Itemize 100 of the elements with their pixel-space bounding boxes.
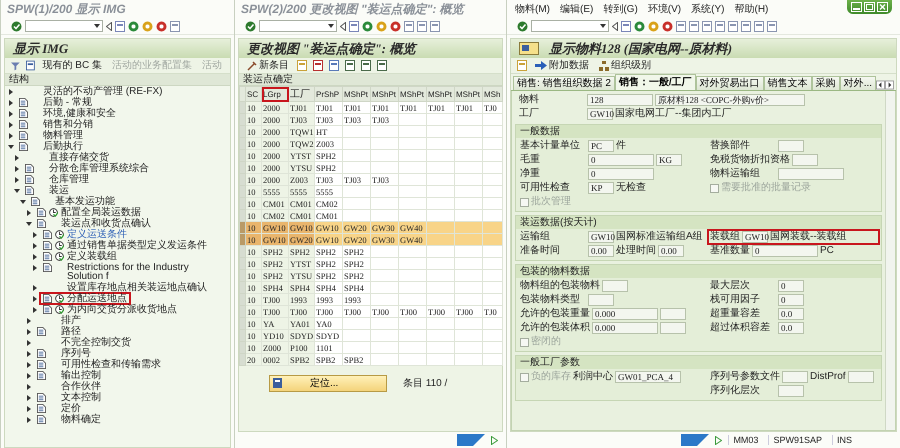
input-field[interactable]: KP — [588, 182, 614, 194]
input-field[interactable] — [778, 168, 844, 180]
caret-right-icon[interactable] — [26, 362, 32, 368]
caret-right-icon[interactable] — [8, 100, 14, 106]
caret-right-icon[interactable] — [26, 210, 32, 216]
transaction-code[interactable]: MM03 — [728, 435, 762, 445]
maximize-icon[interactable] — [864, 2, 875, 12]
tree-item[interactable]: 可用性检查和传输需求 — [34, 359, 164, 370]
caret-right-icon[interactable] — [32, 243, 38, 249]
tree-item[interactable]: 输出控制 — [34, 370, 104, 381]
input-field[interactable]: 0 — [778, 294, 804, 306]
table-icon[interactable] — [273, 378, 282, 388]
check-icon[interactable] — [517, 20, 528, 32]
column-header[interactable]: MSh — [482, 86, 502, 102]
menu-item[interactable]: 帮助(H) — [734, 2, 768, 16]
check-icon[interactable] — [11, 20, 22, 32]
command-field[interactable] — [25, 20, 103, 32]
column-header[interactable]: MShPt — [454, 86, 482, 102]
tab[interactable]: 销售: 销售组织数据 2 — [513, 76, 615, 90]
exit-icon[interactable] — [376, 20, 387, 32]
input-field[interactable]: 0.0 — [778, 308, 804, 320]
play-icon[interactable] — [715, 436, 722, 444]
input-field[interactable]: 0 — [588, 154, 654, 166]
tree-item[interactable]: 合作伙伴 — [34, 381, 104, 392]
input-field[interactable]: 0.0 — [778, 322, 804, 334]
caret-right-icon[interactable] — [26, 329, 32, 335]
tree-item[interactable]: 装运点和收货点确认 — [34, 218, 154, 229]
tree-item[interactable]: 通过销售单据类型定义发运条件 — [40, 240, 210, 251]
new-entries-button[interactable]: 新条目 — [245, 60, 291, 72]
tree-item[interactable]: Restrictions for the Industry Solution f — [40, 262, 230, 282]
tree-item[interactable]: 配置全局装运数据 — [34, 207, 144, 218]
tree-item[interactable]: 定义运送条件 — [40, 229, 130, 240]
caret-down-icon[interactable] — [26, 221, 32, 227]
tree-item[interactable]: 仓库管理 — [22, 174, 92, 185]
clock-icon[interactable] — [55, 230, 64, 239]
input-field[interactable]: 0 — [778, 280, 804, 292]
back-icon[interactable] — [362, 20, 373, 32]
caret-right-icon[interactable] — [14, 155, 20, 161]
toolbar-icon[interactable] — [754, 20, 764, 32]
close-icon[interactable] — [877, 2, 888, 12]
exit-icon[interactable] — [648, 20, 659, 32]
caret-right-icon[interactable] — [26, 406, 32, 412]
caret-right-icon[interactable] — [32, 307, 38, 313]
tree-item[interactable]: 文本控制 — [34, 392, 104, 403]
caret-right-icon[interactable] — [8, 89, 14, 95]
toolbar-icon[interactable] — [430, 20, 440, 32]
caret-down-icon[interactable] — [600, 24, 606, 28]
toolbar-button[interactable]: 组织级别 — [597, 60, 653, 72]
toolbar-button[interactable]: 现有的 BC 集 — [40, 60, 104, 72]
caret-right-icon[interactable] — [8, 111, 14, 117]
caret-right-icon[interactable] — [32, 232, 38, 238]
cancel-icon[interactable] — [390, 20, 401, 32]
column-header[interactable]: 工厂 — [288, 86, 314, 102]
caret-right-icon[interactable] — [8, 122, 14, 128]
caret-down-icon[interactable] — [20, 199, 26, 205]
caret-left-icon[interactable] — [340, 22, 346, 30]
caret-down-icon[interactable] — [94, 24, 100, 28]
input-field[interactable] — [782, 371, 808, 383]
input-field[interactable]: 0 — [588, 168, 654, 180]
caret-right-icon[interactable] — [32, 285, 38, 291]
toolbar-icon[interactable] — [767, 20, 777, 32]
input-field[interactable] — [848, 371, 874, 383]
toolbar-icon[interactable] — [170, 20, 180, 32]
caret-right-icon[interactable] — [8, 133, 14, 139]
minimize-icon[interactable] — [851, 2, 862, 12]
input-field[interactable] — [792, 154, 818, 166]
back-icon[interactable] — [634, 20, 645, 32]
toolbar-icon[interactable] — [689, 20, 699, 32]
tab-nav-icon[interactable] — [876, 80, 894, 90]
input-field[interactable] — [660, 322, 686, 334]
tree-item[interactable]: 路径 — [34, 326, 84, 337]
menu-item[interactable]: 物料(M) — [515, 2, 550, 16]
input-field[interactable] — [660, 308, 686, 320]
hierarchy-icon[interactable] — [599, 60, 609, 70]
tree-item[interactable]: 环境,健康和安全 — [16, 108, 119, 119]
input-field[interactable]: 原材料128 <COPC-外购v价> — [655, 94, 805, 106]
tree-item[interactable]: 直接存储交货 — [22, 152, 112, 163]
tree-item[interactable]: 基本发运功能 — [28, 196, 118, 207]
tree-item[interactable]: 装运 — [22, 185, 72, 196]
column-header[interactable]: MShPt — [398, 86, 426, 102]
input-field[interactable]: 128 — [587, 94, 653, 106]
caret-right-icon[interactable] — [26, 395, 32, 401]
caret-down-icon[interactable] — [8, 144, 14, 150]
input-field[interactable] — [602, 280, 628, 292]
arrow-right-icon[interactable] — [535, 61, 547, 70]
tree-item[interactable]: 销售和分销 — [16, 119, 96, 130]
input-field[interactable]: 0.00 — [588, 245, 614, 257]
input-field[interactable] — [778, 385, 804, 397]
tab[interactable]: 采购 — [812, 76, 840, 90]
toolbar-icon[interactable] — [728, 20, 738, 32]
tree-item[interactable]: 分配运送地点 — [40, 293, 130, 304]
caret-right-icon[interactable] — [32, 265, 38, 271]
cancel-icon[interactable] — [662, 20, 673, 32]
menu-item[interactable]: 环境(V) — [648, 2, 682, 16]
tree-item[interactable]: 为内向交货分派收货地点 — [40, 304, 180, 315]
input-field[interactable]: GW10 — [588, 231, 614, 243]
input-field[interactable]: 0.000 — [592, 322, 658, 334]
exit-icon[interactable] — [142, 20, 153, 32]
tree-item[interactable]: 物料确定 — [34, 414, 104, 425]
menu-item[interactable]: 编辑(E) — [560, 2, 594, 16]
